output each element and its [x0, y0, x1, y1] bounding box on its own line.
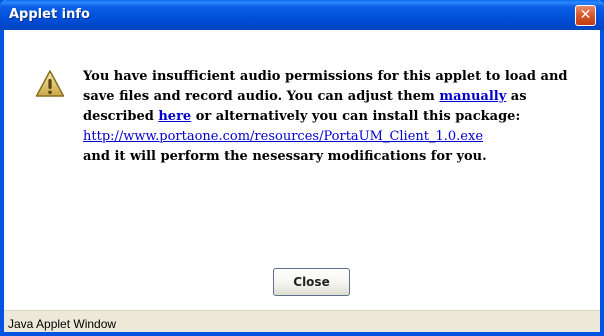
message-line-3-prefix: described: [83, 109, 159, 124]
message-line-3: described here or alternatively you can …: [83, 107, 583, 127]
applet-info-window: Applet info ✕ You have insufficient audi…: [0, 0, 604, 336]
package-url-link[interactable]: http://www.portaone.com/resources/PortaU…: [83, 127, 583, 147]
message-line-5: and it will perform the nesessary modifi…: [83, 149, 487, 164]
warning-icon: [35, 70, 65, 97]
window-title: Applet info: [9, 7, 90, 22]
manually-link[interactable]: manually: [439, 89, 506, 104]
title-bar[interactable]: Applet info ✕: [0, 0, 604, 30]
message-text: You have insufficient audio permissions …: [83, 67, 583, 167]
message-line-2-prefix: save files and record audio. You can adj…: [83, 89, 440, 104]
status-bar: Java Applet Window: [4, 311, 600, 332]
message-line-3-suffix: or alternatively you can install this pa…: [191, 109, 521, 124]
here-link[interactable]: here: [158, 109, 191, 124]
message-line-1: You have insufficient audio permissions …: [83, 69, 568, 84]
message-line-2-suffix: as: [506, 89, 527, 104]
message-line-2: save files and record audio. You can adj…: [83, 87, 583, 107]
close-button[interactable]: Close: [273, 268, 350, 296]
close-window-icon[interactable]: ✕: [575, 5, 596, 26]
java-applet-window-label: Java Applet Window: [8, 317, 117, 331]
dialog-content: You have insufficient audio permissions …: [4, 30, 600, 311]
